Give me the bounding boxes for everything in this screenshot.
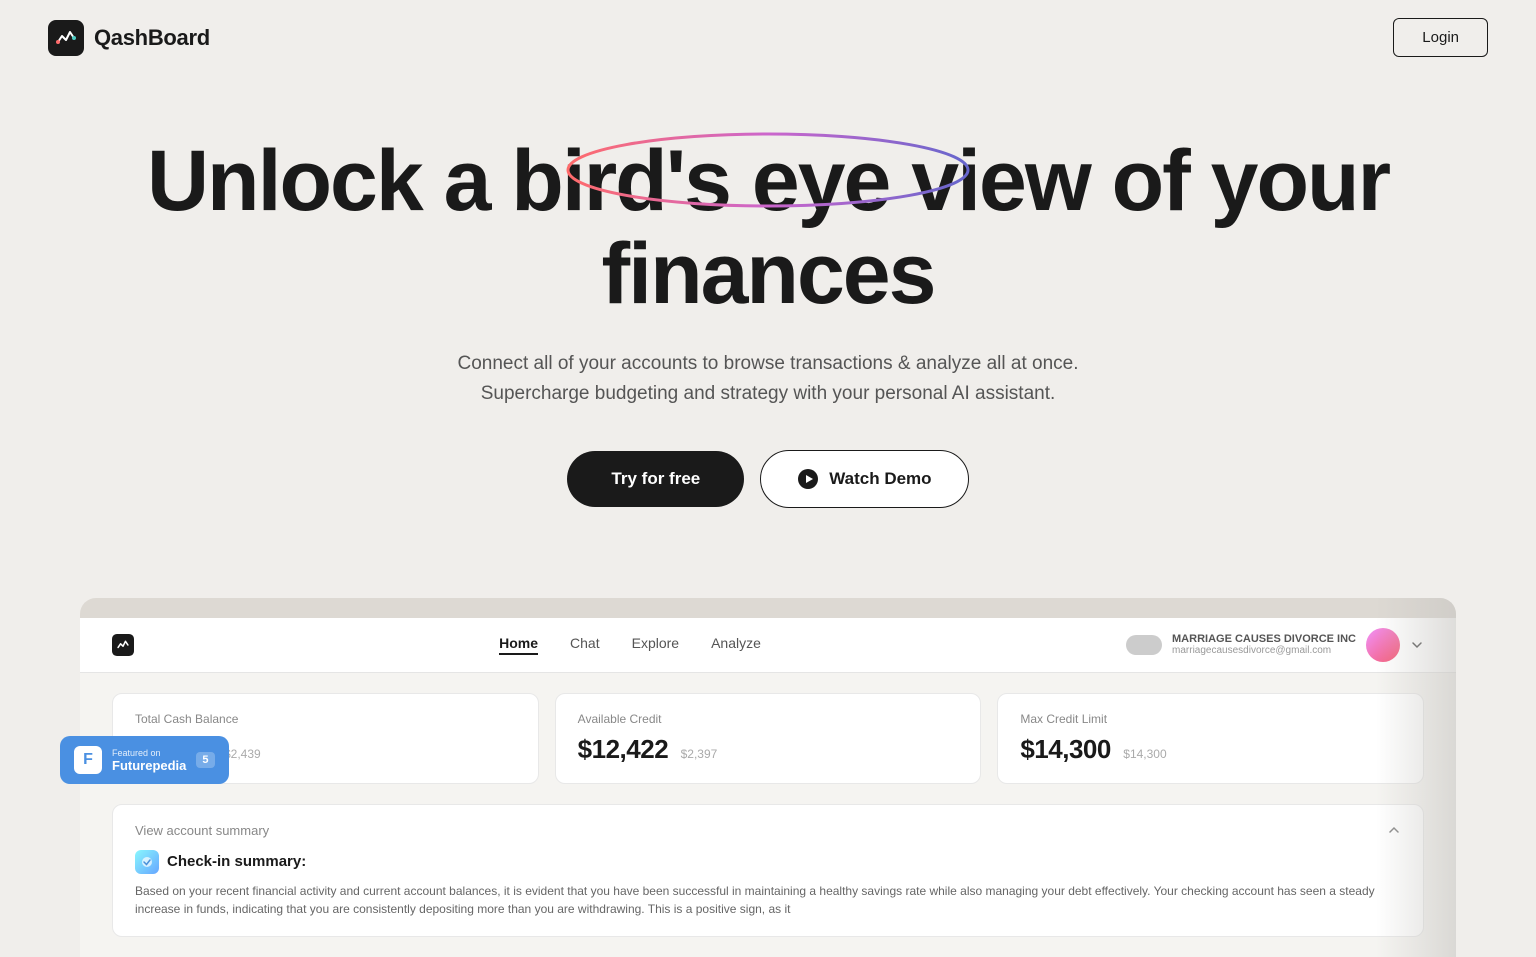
- logo-icon: [48, 20, 84, 56]
- futurepedia-badge[interactable]: F Featured on Futurepedia 5: [60, 736, 229, 784]
- stat-card-max-credit: Max Credit Limit $14,300 $14,300: [997, 693, 1424, 784]
- app-navbar: Home Chat Explore Analyze MARRIAGE CAUSE…: [80, 618, 1456, 673]
- hero-headline: Unlock a bird's eye view of your finance…: [147, 135, 1389, 321]
- checkin-card: View account summary Check-in summary: B…: [112, 804, 1424, 937]
- nav-chat[interactable]: Chat: [570, 635, 600, 655]
- try-for-free-button[interactable]: Try for free: [567, 451, 744, 507]
- nav-explore[interactable]: Explore: [632, 635, 679, 655]
- chevron-up-icon: [1387, 823, 1401, 837]
- checkin-header: View account summary: [135, 823, 1401, 838]
- theme-toggle[interactable]: [1126, 635, 1162, 655]
- checkin-title: Check-in summary:: [135, 850, 1401, 874]
- hero-section: Unlock a bird's eye view of your finance…: [0, 75, 1536, 548]
- preview-outer: Home Chat Explore Analyze MARRIAGE CAUSE…: [80, 598, 1456, 957]
- futurepedia-info: Featured on Futurepedia: [112, 748, 186, 773]
- nav-analyze[interactable]: Analyze: [711, 635, 761, 655]
- watch-demo-button[interactable]: Watch Demo: [760, 450, 968, 508]
- headline-wrapper: Unlock a bird's eye view of your finance…: [147, 135, 1389, 321]
- user-avatar: [1366, 628, 1400, 662]
- dashboard-preview: Home Chat Explore Analyze MARRIAGE CAUSE…: [0, 598, 1536, 957]
- play-icon: [797, 468, 819, 490]
- hero-subtext: Connect all of your accounts to browse t…: [80, 349, 1456, 410]
- app-nav-user: MARRIAGE CAUSES DIVORCE INC marriagecaus…: [1126, 628, 1424, 662]
- login-button[interactable]: Login: [1393, 18, 1488, 57]
- user-info: MARRIAGE CAUSES DIVORCE INC marriagecaus…: [1172, 633, 1356, 656]
- app-nav-logo: [112, 634, 134, 656]
- futurepedia-logo: F: [74, 746, 102, 774]
- hero-buttons: Try for free Watch Demo: [80, 450, 1456, 508]
- stat-card-credit: Available Credit $12,422 $2,397: [555, 693, 982, 784]
- checkin-icon: [135, 850, 159, 874]
- site-header: QashBoard Login: [0, 0, 1536, 75]
- nav-home[interactable]: Home: [499, 635, 538, 655]
- chevron-down-icon: [1410, 638, 1424, 652]
- app-nav-links: Home Chat Explore Analyze: [499, 635, 761, 655]
- app-content: Total Cash Balance $5,702 $2,439 Availab…: [80, 673, 1456, 957]
- logo-area: QashBoard: [48, 20, 210, 56]
- stats-row: Total Cash Balance $5,702 $2,439 Availab…: [112, 693, 1424, 784]
- logo-text: QashBoard: [94, 25, 210, 51]
